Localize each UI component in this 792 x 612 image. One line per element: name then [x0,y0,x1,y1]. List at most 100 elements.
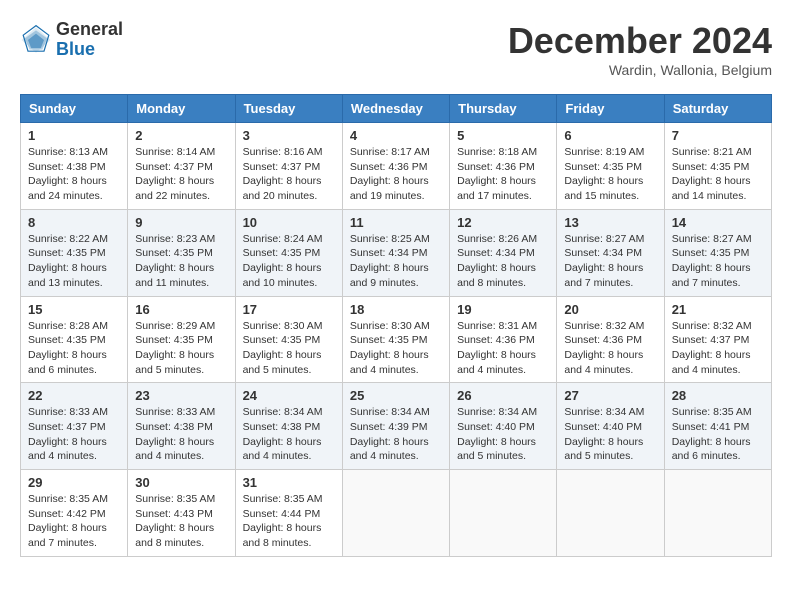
day-number: 30 [135,475,227,490]
day-info: Sunrise: 8:35 AMSunset: 4:44 PMDaylight:… [243,493,323,549]
day-info: Sunrise: 8:35 AMSunset: 4:41 PMDaylight:… [672,406,752,462]
calendar-cell: 30 Sunrise: 8:35 AMSunset: 4:43 PMDaylig… [128,470,235,557]
day-number: 26 [457,388,549,403]
day-number: 10 [243,215,335,230]
calendar-cell: 27 Sunrise: 8:34 AMSunset: 4:40 PMDaylig… [557,383,664,470]
day-info: Sunrise: 8:35 AMSunset: 4:42 PMDaylight:… [28,493,108,549]
page-header: General Blue December 2024 Wardin, Wallo… [20,20,772,78]
calendar-cell: 28 Sunrise: 8:35 AMSunset: 4:41 PMDaylig… [664,383,771,470]
day-number: 11 [350,215,442,230]
column-header-saturday: Saturday [664,95,771,123]
day-number: 7 [672,128,764,143]
day-info: Sunrise: 8:30 AMSunset: 4:35 PMDaylight:… [243,320,323,376]
day-info: Sunrise: 8:25 AMSunset: 4:34 PMDaylight:… [350,233,430,289]
day-info: Sunrise: 8:13 AMSunset: 4:38 PMDaylight:… [28,146,108,202]
day-info: Sunrise: 8:32 AMSunset: 4:36 PMDaylight:… [564,320,644,376]
calendar-cell: 19 Sunrise: 8:31 AMSunset: 4:36 PMDaylig… [450,296,557,383]
column-header-tuesday: Tuesday [235,95,342,123]
day-number: 31 [243,475,335,490]
calendar-cell: 15 Sunrise: 8:28 AMSunset: 4:35 PMDaylig… [21,296,128,383]
calendar-cell [450,470,557,557]
day-number: 20 [564,302,656,317]
day-number: 19 [457,302,549,317]
day-info: Sunrise: 8:27 AMSunset: 4:35 PMDaylight:… [672,233,752,289]
calendar-cell: 22 Sunrise: 8:33 AMSunset: 4:37 PMDaylig… [21,383,128,470]
day-number: 12 [457,215,549,230]
calendar-cell [557,470,664,557]
day-info: Sunrise: 8:34 AMSunset: 4:39 PMDaylight:… [350,406,430,462]
day-info: Sunrise: 8:14 AMSunset: 4:37 PMDaylight:… [135,146,215,202]
calendar-header-row: SundayMondayTuesdayWednesdayThursdayFrid… [21,95,772,123]
day-number: 9 [135,215,227,230]
calendar-week-row: 8 Sunrise: 8:22 AMSunset: 4:35 PMDayligh… [21,209,772,296]
column-header-monday: Monday [128,95,235,123]
calendar-cell: 5 Sunrise: 8:18 AMSunset: 4:36 PMDayligh… [450,123,557,210]
day-number: 3 [243,128,335,143]
calendar-cell: 4 Sunrise: 8:17 AMSunset: 4:36 PMDayligh… [342,123,449,210]
day-number: 5 [457,128,549,143]
calendar-cell: 11 Sunrise: 8:25 AMSunset: 4:34 PMDaylig… [342,209,449,296]
day-number: 18 [350,302,442,317]
calendar-cell: 10 Sunrise: 8:24 AMSunset: 4:35 PMDaylig… [235,209,342,296]
calendar-week-row: 15 Sunrise: 8:28 AMSunset: 4:35 PMDaylig… [21,296,772,383]
calendar-cell: 8 Sunrise: 8:22 AMSunset: 4:35 PMDayligh… [21,209,128,296]
day-number: 21 [672,302,764,317]
day-info: Sunrise: 8:31 AMSunset: 4:36 PMDaylight:… [457,320,537,376]
day-number: 6 [564,128,656,143]
calendar-table: SundayMondayTuesdayWednesdayThursdayFrid… [20,94,772,557]
calendar-cell: 2 Sunrise: 8:14 AMSunset: 4:37 PMDayligh… [128,123,235,210]
day-info: Sunrise: 8:27 AMSunset: 4:34 PMDaylight:… [564,233,644,289]
day-info: Sunrise: 8:28 AMSunset: 4:35 PMDaylight:… [28,320,108,376]
calendar-cell: 29 Sunrise: 8:35 AMSunset: 4:42 PMDaylig… [21,470,128,557]
day-number: 2 [135,128,227,143]
calendar-cell: 14 Sunrise: 8:27 AMSunset: 4:35 PMDaylig… [664,209,771,296]
day-info: Sunrise: 8:19 AMSunset: 4:35 PMDaylight:… [564,146,644,202]
calendar-cell: 6 Sunrise: 8:19 AMSunset: 4:35 PMDayligh… [557,123,664,210]
day-info: Sunrise: 8:22 AMSunset: 4:35 PMDaylight:… [28,233,108,289]
calendar-week-row: 1 Sunrise: 8:13 AMSunset: 4:38 PMDayligh… [21,123,772,210]
day-number: 27 [564,388,656,403]
day-number: 15 [28,302,120,317]
calendar-cell: 16 Sunrise: 8:29 AMSunset: 4:35 PMDaylig… [128,296,235,383]
day-number: 13 [564,215,656,230]
day-info: Sunrise: 8:18 AMSunset: 4:36 PMDaylight:… [457,146,537,202]
day-info: Sunrise: 8:33 AMSunset: 4:37 PMDaylight:… [28,406,108,462]
calendar-week-row: 22 Sunrise: 8:33 AMSunset: 4:37 PMDaylig… [21,383,772,470]
calendar-cell: 18 Sunrise: 8:30 AMSunset: 4:35 PMDaylig… [342,296,449,383]
calendar-cell: 20 Sunrise: 8:32 AMSunset: 4:36 PMDaylig… [557,296,664,383]
day-info: Sunrise: 8:30 AMSunset: 4:35 PMDaylight:… [350,320,430,376]
column-header-sunday: Sunday [21,95,128,123]
column-header-friday: Friday [557,95,664,123]
day-number: 25 [350,388,442,403]
day-number: 22 [28,388,120,403]
calendar-cell: 26 Sunrise: 8:34 AMSunset: 4:40 PMDaylig… [450,383,557,470]
logo-text: General Blue [56,20,123,60]
column-header-wednesday: Wednesday [342,95,449,123]
calendar-cell: 31 Sunrise: 8:35 AMSunset: 4:44 PMDaylig… [235,470,342,557]
day-info: Sunrise: 8:33 AMSunset: 4:38 PMDaylight:… [135,406,215,462]
day-info: Sunrise: 8:21 AMSunset: 4:35 PMDaylight:… [672,146,752,202]
calendar-cell: 17 Sunrise: 8:30 AMSunset: 4:35 PMDaylig… [235,296,342,383]
calendar-cell: 13 Sunrise: 8:27 AMSunset: 4:34 PMDaylig… [557,209,664,296]
calendar-week-row: 29 Sunrise: 8:35 AMSunset: 4:42 PMDaylig… [21,470,772,557]
logo-icon [20,24,52,56]
day-info: Sunrise: 8:34 AMSunset: 4:38 PMDaylight:… [243,406,323,462]
day-number: 17 [243,302,335,317]
calendar-cell [664,470,771,557]
day-info: Sunrise: 8:35 AMSunset: 4:43 PMDaylight:… [135,493,215,549]
day-info: Sunrise: 8:23 AMSunset: 4:35 PMDaylight:… [135,233,215,289]
location-subtitle: Wardin, Wallonia, Belgium [508,62,772,78]
day-number: 8 [28,215,120,230]
calendar-cell: 12 Sunrise: 8:26 AMSunset: 4:34 PMDaylig… [450,209,557,296]
day-info: Sunrise: 8:24 AMSunset: 4:35 PMDaylight:… [243,233,323,289]
calendar-cell: 1 Sunrise: 8:13 AMSunset: 4:38 PMDayligh… [21,123,128,210]
day-number: 14 [672,215,764,230]
calendar-cell: 3 Sunrise: 8:16 AMSunset: 4:37 PMDayligh… [235,123,342,210]
day-number: 29 [28,475,120,490]
calendar-cell [342,470,449,557]
day-info: Sunrise: 8:29 AMSunset: 4:35 PMDaylight:… [135,320,215,376]
day-number: 24 [243,388,335,403]
title-block: December 2024 Wardin, Wallonia, Belgium [508,20,772,78]
day-number: 4 [350,128,442,143]
day-info: Sunrise: 8:34 AMSunset: 4:40 PMDaylight:… [457,406,537,462]
